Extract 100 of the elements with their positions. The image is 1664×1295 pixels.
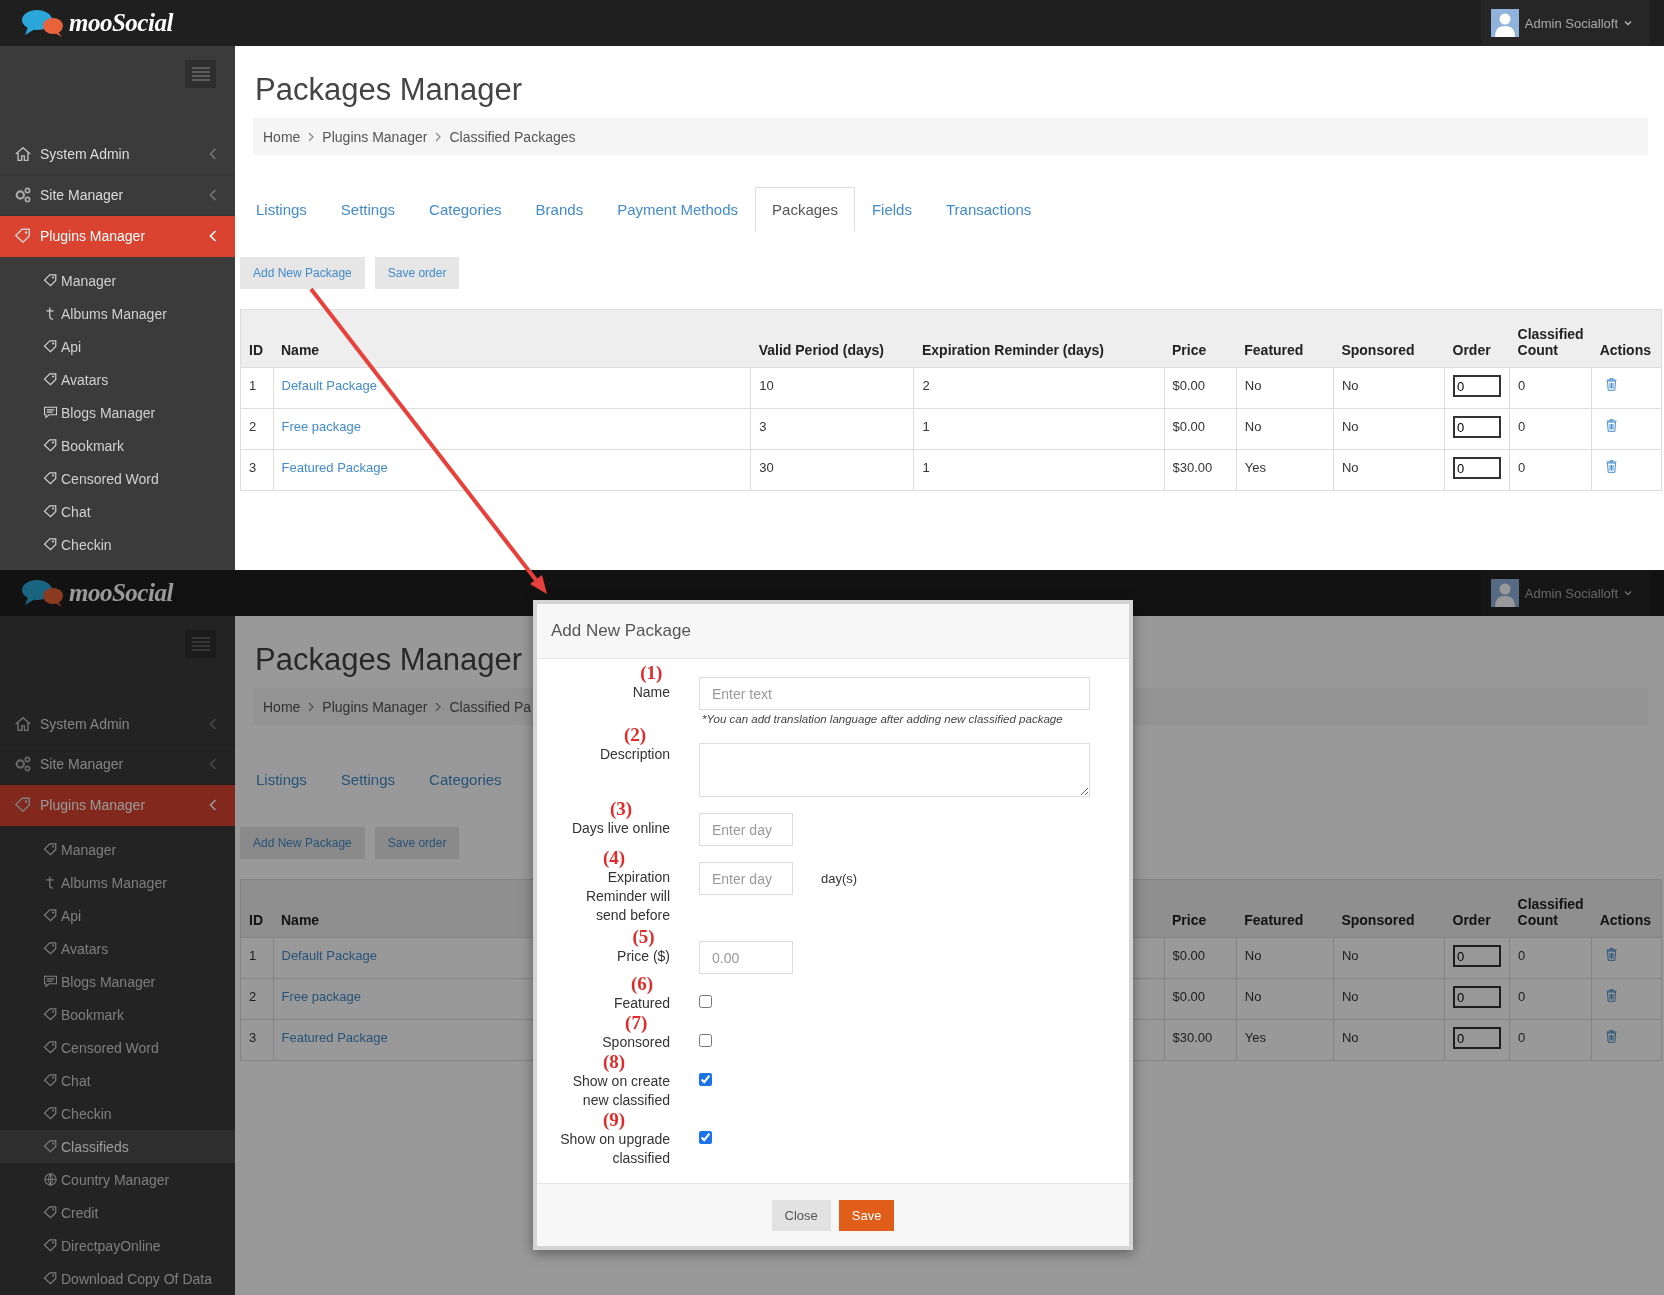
sidebar-item[interactable]: Censored Word — [0, 462, 235, 495]
checkbox[interactable] — [699, 995, 712, 1008]
menu-button[interactable] — [185, 60, 216, 88]
tab[interactable]: Fields — [854, 187, 929, 231]
package-link[interactable]: Featured Package — [281, 1030, 388, 1045]
tab[interactable]: Categories — [412, 187, 519, 231]
toolbar-button[interactable]: Save order — [374, 827, 460, 859]
sidebar-item[interactable]: Blogs Manager — [0, 396, 235, 429]
breadcrumb-link[interactable]: Plugins Manager — [322, 698, 428, 715]
sidebar-item[interactable]: Country Manager — [0, 1163, 235, 1196]
field-label: Featured — [613, 994, 670, 1013]
sidebar-item[interactable]: Api — [0, 899, 235, 932]
tab[interactable]: Settings — [323, 187, 413, 231]
input-field[interactable]: Enter text — [699, 677, 1090, 710]
sidebar-item[interactable]: Avatars — [0, 363, 235, 396]
order-input[interactable]: 0 — [1453, 1027, 1501, 1049]
table-cell: 10 — [750, 367, 914, 409]
annotation-number: (8) — [602, 1052, 626, 1072]
trash-icon[interactable] — [1606, 378, 1618, 391]
sidebar-item[interactable]: Chat — [0, 1064, 235, 1097]
input-field[interactable]: Enter day — [699, 862, 793, 895]
sidebar-item[interactable]: Bookmark — [0, 429, 235, 462]
checkbox[interactable] — [699, 1034, 712, 1047]
trash-icon[interactable] — [1606, 419, 1618, 432]
toolbar-button[interactable]: Save order — [374, 257, 460, 289]
order-input[interactable]: 0 — [1453, 416, 1501, 438]
column-header: Classified Count — [1509, 309, 1592, 368]
checkbox[interactable] — [699, 1073, 712, 1086]
sidebar-item[interactable]: Api — [0, 330, 235, 363]
tab[interactable]: Listings — [239, 757, 324, 801]
sidebar-item[interactable]: Credit — [0, 1196, 235, 1229]
package-link[interactable]: Free package — [281, 989, 361, 1004]
package-link[interactable]: Default Package — [281, 378, 377, 393]
breadcrumb-link[interactable]: Plugins Manager — [322, 128, 428, 145]
table-cell: No — [1333, 1019, 1445, 1061]
tab[interactable]: Transactions — [928, 187, 1049, 231]
sidebar-item[interactable]: Plugins Manager — [0, 216, 235, 257]
sidebar-item[interactable]: Albums Manager — [0, 866, 235, 899]
chevron-icon — [435, 131, 442, 142]
order-input[interactable]: 0 — [1453, 986, 1501, 1008]
sidebar-item[interactable]: DirectpayOnline — [0, 1229, 235, 1262]
toolbar-button[interactable]: Add New Package — [240, 827, 365, 859]
breadcrumb-link[interactable]: Home — [263, 698, 301, 715]
sidebar-item[interactable]: Manager — [0, 264, 235, 297]
logo-text[interactable]: mooSocial — [69, 579, 173, 607]
table-cell: 0 — [1509, 978, 1592, 1020]
sidebar-item[interactable]: Blogs Manager — [0, 965, 235, 998]
sidebar-item[interactable]: System Admin — [0, 134, 235, 175]
annotation-number: (3) — [609, 799, 633, 819]
user-menu[interactable]: Admin Socialloft — [1480, 570, 1650, 616]
sidebar-item[interactable]: Download Copy Of Data — [0, 1262, 235, 1295]
table-cell: 1 — [913, 408, 1164, 450]
annotation-number: (9) — [602, 1110, 626, 1130]
sidebar-item[interactable]: Chat — [0, 495, 235, 528]
user-menu[interactable]: Admin Socialloft — [1480, 0, 1650, 46]
input-field[interactable]: 0.00 — [699, 941, 793, 974]
order-input[interactable]: 0 — [1453, 945, 1501, 967]
input-field[interactable]: Enter day — [699, 813, 793, 846]
close-button[interactable]: Close — [771, 1199, 831, 1231]
package-link[interactable]: Featured Package — [281, 460, 388, 475]
trash-icon[interactable] — [1606, 989, 1618, 1002]
order-input[interactable]: 0 — [1453, 375, 1501, 397]
table-cell: 1 — [913, 449, 1164, 491]
toolbar-button[interactable]: Add New Package — [240, 257, 365, 289]
package-link[interactable]: Free package — [281, 419, 361, 434]
trash-icon[interactable] — [1606, 1030, 1618, 1043]
sidebar-item[interactable]: Albums Manager — [0, 297, 235, 330]
table-cell: 30 — [750, 449, 914, 491]
logo-text[interactable]: mooSocial — [69, 9, 173, 37]
tab[interactable]: Listings — [239, 187, 324, 231]
sidebar-item[interactable]: Classifieds — [0, 1130, 235, 1163]
table-cell: No — [1333, 367, 1445, 409]
trash-icon[interactable] — [1606, 460, 1618, 473]
sidebar-item[interactable]: Plugins Manager — [0, 785, 235, 826]
avatar-icon — [1490, 579, 1519, 607]
sidebar-item[interactable]: Censored Word — [0, 1031, 235, 1064]
sidebar-item[interactable]: Avatars — [0, 932, 235, 965]
sidebar-item[interactable]: Checkin — [0, 1097, 235, 1130]
sidebar-item[interactable]: Bookmark — [0, 998, 235, 1031]
tag-icon — [43, 1139, 58, 1154]
tab[interactable]: Packages — [755, 187, 855, 231]
order-input[interactable]: 0 — [1453, 457, 1501, 479]
sidebar-item[interactable]: Manager — [0, 833, 235, 866]
trash-icon[interactable] — [1606, 948, 1618, 961]
tab[interactable]: Brands — [518, 187, 601, 231]
sidebar-item[interactable]: Checkin — [0, 528, 235, 561]
column-header: Price — [1164, 879, 1237, 938]
package-link[interactable]: Default Package — [281, 948, 377, 963]
field-label: Name — [632, 683, 670, 702]
tab[interactable]: Payment Methods — [600, 187, 756, 231]
breadcrumb-link[interactable]: Home — [263, 128, 301, 145]
sidebar-item[interactable]: System Admin — [0, 703, 235, 745]
save-button[interactable]: Save — [838, 1199, 895, 1231]
annotation-number: (4) — [602, 848, 626, 868]
table-cell: $0.00 — [1164, 367, 1237, 409]
column-header: ID — [240, 879, 273, 938]
tab[interactable]: Categories — [412, 757, 519, 801]
checkbox[interactable] — [699, 1131, 712, 1144]
annotation-number: (6) — [630, 974, 654, 994]
tab[interactable]: Settings — [323, 757, 413, 801]
